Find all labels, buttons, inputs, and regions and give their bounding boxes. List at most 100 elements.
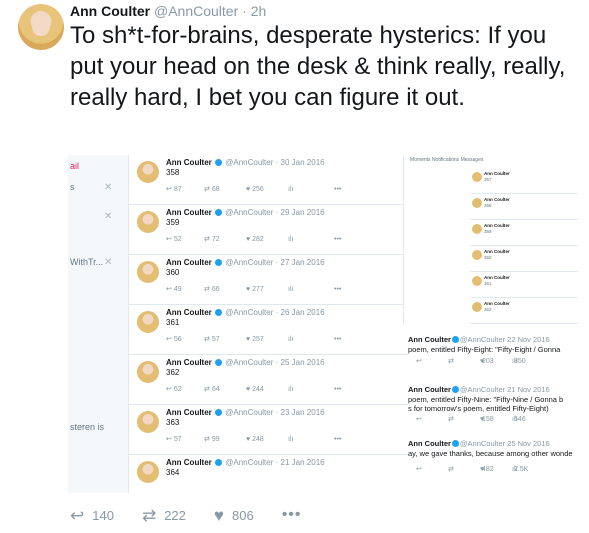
list-item: Ann Coulter @AnnCoulter 21 Nov 2016 poem,… (408, 385, 578, 440)
mini-date-sep: · (275, 158, 279, 167)
stats-icon: ılı (288, 436, 294, 443)
right-panel-nav: Moments Notifications Messages (410, 157, 484, 163)
like-button[interactable]: ♥ 806 (214, 507, 254, 524)
avatar (137, 211, 159, 233)
reply-arrow-icon: ↩ (416, 358, 422, 365)
more-dots-icon: ••• (334, 436, 342, 443)
author-handle[interactable]: @AnnCoulter (154, 3, 238, 19)
avatar (137, 261, 159, 283)
mini-reply-count: 56 (173, 336, 182, 343)
close-icon: ✕ (104, 211, 113, 222)
collage-left-panel (68, 155, 128, 493)
verified-badge-icon (215, 459, 223, 466)
rp-text: Ann Coulter 361 (484, 275, 510, 286)
lower-date: 25 Nov 2016 (507, 439, 550, 448)
retweet-icon: ⇄ (448, 466, 454, 473)
mini-date-sep: · (275, 458, 279, 467)
stats-icon: ılı (512, 358, 518, 365)
mini-actions: ↩ 49 ⇄ 66 ♥ 277 ılı ••• (166, 285, 341, 293)
mini-handle: @AnnCoulter (225, 158, 274, 167)
reply-arrow-icon: ↩ (166, 186, 172, 193)
mini-tweet-header: Ann Coulter @AnnCoulter · 27 Jan 2016 (166, 258, 325, 267)
rp-number: 357 (484, 177, 492, 182)
left-fragment-1: ail (70, 161, 80, 171)
mini-date-sep: · (275, 208, 279, 217)
stats-icon: ılı (288, 386, 294, 393)
verified-badge-icon (215, 309, 223, 316)
mini-handle: @AnnCoulter (225, 308, 274, 317)
lower-tweet-header: Ann Coulter @AnnCoulter 22 Nov 2016 (408, 335, 550, 344)
mini-author-name: Ann Coulter (166, 208, 212, 217)
mini-tweet-number: 361 (166, 318, 180, 327)
mini-like-count: 244 (252, 386, 264, 393)
mini-reply-count: 62 (173, 386, 182, 393)
mini-date: 29 Jan 2016 (280, 208, 325, 217)
verified-badge-icon (451, 440, 459, 447)
heart-icon: ♥ (480, 416, 485, 423)
mini-date-sep: · (275, 258, 279, 267)
lower-actions: ↩ ⇄ 158♥ 646ılı (416, 415, 544, 423)
mini-author-name: Ann Coulter (166, 258, 212, 267)
left-fragment-4: steren is (70, 422, 105, 432)
reply-arrow-icon: ↩ (166, 436, 172, 443)
avatar (472, 172, 482, 182)
list-item: Ann Coulter 359 (470, 221, 578, 246)
tweet-text: To sh*t-for-brains, desperate hysterics:… (70, 22, 566, 111)
lower-actions: ↩ ⇄ 482♥ 2.5Kılı (416, 465, 544, 473)
attached-image[interactable]: ail s ✕ ✕ WithTr... ✕ steren is Ann Coul… (68, 155, 578, 493)
mini-like-count: 282 (252, 236, 264, 243)
retweet-icon: ⇄ (204, 186, 210, 193)
lower-date: 22 Nov 2016 (507, 335, 550, 344)
reply-arrow-icon: ↩ (416, 416, 422, 423)
mini-reply-count: 49 (173, 286, 182, 293)
mini-handle: @AnnCoulter (225, 458, 274, 467)
tweet-actions: ↩ 140 ⇄ 222 ♥ 806 ••• (70, 503, 330, 527)
author-name[interactable]: Ann Coulter (70, 3, 150, 19)
more-dots-icon: ••• (334, 286, 342, 293)
mini-date-sep: · (275, 408, 279, 417)
mini-like-count: 248 (252, 436, 264, 443)
mini-tweet-header: Ann Coulter @AnnCoulter · 21 Jan 2016 (166, 458, 325, 467)
retweet-button[interactable]: ⇄ 222 (142, 507, 186, 524)
lower-tweet-text-2: s for tomorrow's poem, entitled Fifty-Ei… (408, 404, 549, 413)
mini-reply-count: 87 (173, 186, 182, 193)
author-avatar[interactable] (18, 4, 64, 50)
retweet-icon: ⇄ (141, 505, 157, 525)
avatar (137, 361, 159, 383)
stats-icon: ılı (288, 186, 294, 193)
avatar (137, 461, 159, 483)
rp-text: Ann Coulter 362 (484, 301, 510, 312)
rp-number: 360 (484, 255, 492, 260)
more-button[interactable]: ••• (282, 506, 302, 524)
more-dots-icon: ••• (281, 506, 302, 523)
lower-date: 21 Nov 2016 (507, 385, 550, 394)
rp-text: Ann Coulter 357 (484, 171, 510, 182)
more-dots-icon: ••• (334, 236, 342, 243)
mini-author-name: Ann Coulter (166, 158, 212, 167)
list-item: Ann Coulter @AnnCoulter 22 Nov 2016 poem,… (408, 335, 578, 390)
retweet-icon: ⇄ (204, 336, 210, 343)
heart-icon: ♥ (480, 466, 485, 473)
tweet-timestamp[interactable]: 2h (251, 3, 267, 19)
mini-date: 25 Jan 2016 (280, 358, 325, 367)
more-dots-icon: ••• (334, 186, 342, 193)
lower-author: Ann Coulter (408, 335, 451, 344)
reply-button[interactable]: ↩ 140 (70, 507, 114, 524)
heart-icon: ♥ (246, 386, 251, 393)
mini-rt-count: 66 (211, 286, 220, 293)
mini-reply-count: 57 (173, 436, 182, 443)
lower-actions: ↩ ⇄ 203♥ 850ılı (416, 357, 544, 365)
mini-tweet-number: 358 (166, 168, 180, 177)
heart-icon: ♥ (480, 358, 485, 365)
reply-arrow-icon: ↩ (166, 286, 172, 293)
reply-arrow-icon: ↩ (70, 505, 85, 525)
rp-text: Ann Coulter 360 (484, 249, 510, 260)
mini-rt-count: 64 (211, 386, 220, 393)
list-item: Ann Coulter 360 (470, 247, 578, 272)
like-count: 806 (232, 507, 254, 523)
mini-actions: ↩ 52 ⇄ 72 ♥ 282 ılı ••• (166, 235, 341, 243)
mini-reply-count: 52 (173, 236, 182, 243)
verified-badge-icon (215, 259, 223, 266)
list-item: Ann Coulter @AnnCoulter 25 Nov 2016 ay, w… (408, 439, 578, 493)
mini-rt-count: 57 (211, 336, 220, 343)
